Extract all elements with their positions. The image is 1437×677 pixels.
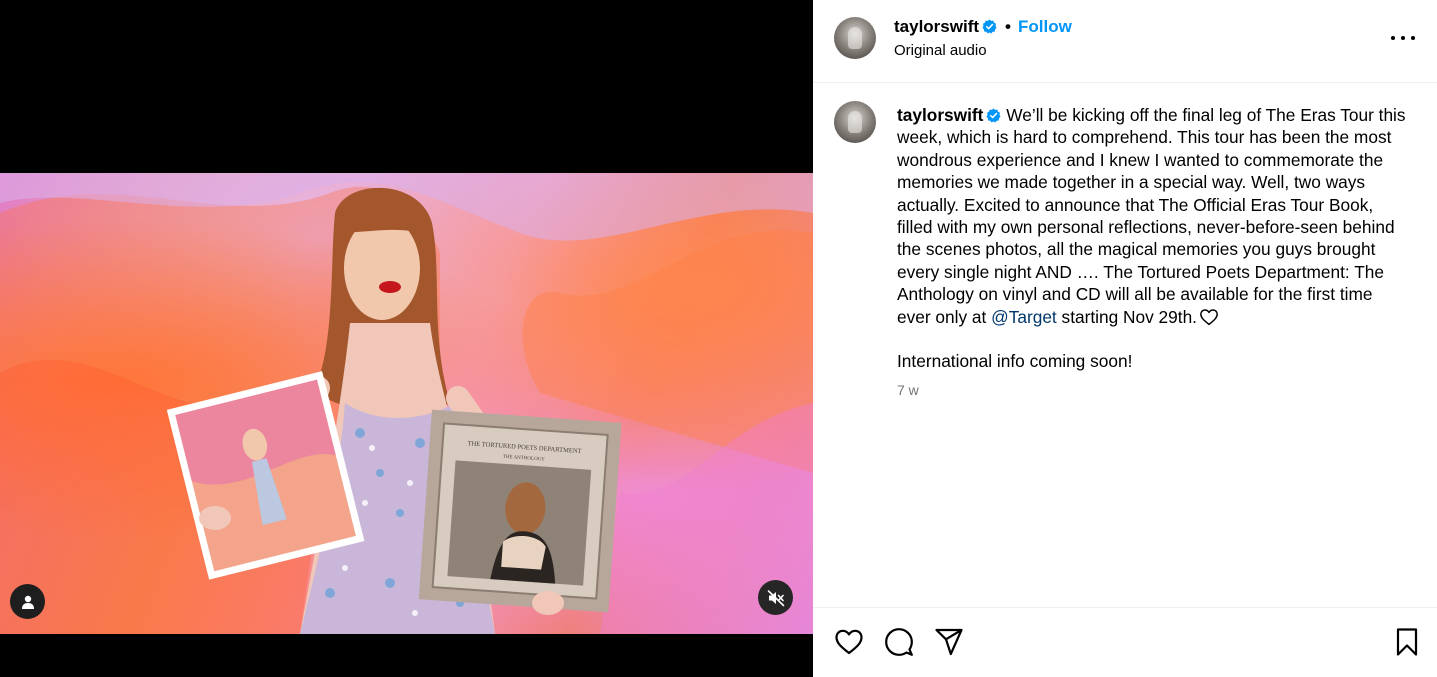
caption-text-end: starting Nov 29th. (1061, 306, 1197, 327)
muted-speaker-icon (767, 589, 784, 606)
verified-badge-icon (986, 108, 1001, 123)
like-button[interactable] (834, 627, 864, 657)
video-frame-illustration: THE TORTURED POETS DEPARTMENT THE ANTHOL… (0, 173, 813, 634)
user-tag-button[interactable] (10, 584, 45, 619)
heart-icon (835, 629, 863, 655)
video-player[interactable]: THE TORTURED POETS DEPARTMENT THE ANTHOL… (0, 173, 813, 634)
post-side-panel: taylorswift • Follow Original audio taylor… (813, 0, 1437, 677)
more-options-icon[interactable] (1391, 30, 1415, 46)
post-header: taylorswift • Follow Original audio (813, 0, 1437, 83)
comment-icon (885, 628, 913, 656)
username-link[interactable]: taylorswift (894, 17, 979, 36)
caption-second-paragraph: International info coming soon! (897, 351, 1133, 372)
header-user-row: taylorswift • Follow (894, 17, 1072, 37)
action-bar (813, 607, 1437, 677)
share-icon (935, 628, 963, 656)
mention-link[interactable]: @Target (991, 307, 1057, 327)
post-caption: taylorswift We’ll be kicking off the fin… (897, 104, 1407, 373)
heart-emoji-icon (1200, 308, 1218, 325)
mute-button[interactable] (758, 580, 793, 615)
comment-button[interactable] (884, 627, 914, 657)
media-container: THE TORTURED POETS DEPARTMENT THE ANTHOL… (0, 0, 813, 677)
post-timestamp[interactable]: 7 w (897, 382, 919, 398)
caption-text: We’ll be kicking off the final leg of Th… (897, 105, 1406, 327)
avatar[interactable] (834, 17, 876, 59)
bookmark-icon (1396, 628, 1418, 656)
caption-username-link[interactable]: taylorswift (897, 105, 983, 125)
share-button[interactable] (934, 627, 964, 657)
caption-avatar[interactable] (834, 101, 876, 143)
save-button[interactable] (1392, 627, 1422, 657)
user-icon (21, 595, 34, 609)
separator-dot: • (1005, 17, 1011, 36)
follow-button[interactable]: Follow (1018, 17, 1072, 36)
audio-link[interactable]: Original audio (894, 42, 987, 59)
verified-badge-icon (982, 19, 997, 34)
